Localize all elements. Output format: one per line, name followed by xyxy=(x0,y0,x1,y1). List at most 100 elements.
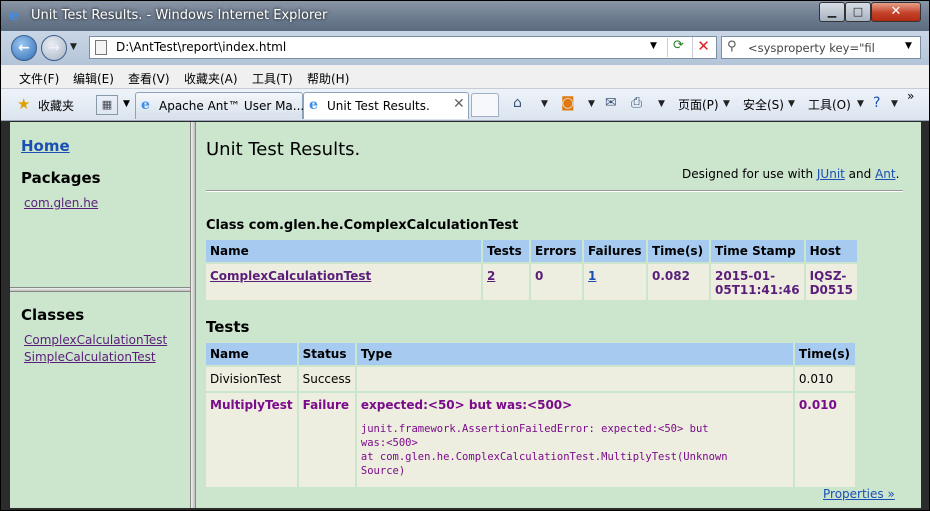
frame-splitter-horizontal[interactable] xyxy=(10,287,190,292)
search-box[interactable]: ⚲ <sysproperty key="fil ▼ xyxy=(721,36,921,59)
junit-link[interactable]: JUnit xyxy=(817,167,845,181)
page-icon xyxy=(95,40,107,55)
close-icon[interactable]: ✕ xyxy=(453,96,465,112)
col-tests: Tests xyxy=(483,240,529,262)
mail-icon[interactable]: ✉ xyxy=(605,95,617,111)
address-input[interactable]: D:\AntTest\report\index.html xyxy=(116,40,286,54)
page-menu[interactable]: 页面(P) xyxy=(678,96,719,113)
test-name-cell: MultiplyTest xyxy=(206,393,297,487)
trace-line: junit.framework.AssertionFailedError: ex… xyxy=(360,423,709,435)
favorites-star-icon[interactable]: ★ xyxy=(17,95,30,113)
help-icon[interactable]: ? xyxy=(873,95,880,111)
tab-bar: ★ 收藏夹 ▦ ▼ e Apache Ant™ User Ma... e Uni… xyxy=(1,89,929,121)
and-text: and xyxy=(844,167,876,181)
print-icon[interactable]: ⎙ xyxy=(631,95,642,111)
ie-logo-icon: e xyxy=(141,97,150,113)
chevron-down-icon[interactable]: ▼ xyxy=(723,99,730,109)
chevron-down-icon[interactable]: ▼ xyxy=(650,41,657,51)
more-toolbar-chevron[interactable]: » xyxy=(907,89,914,103)
menu-file[interactable]: 文件(F) xyxy=(19,70,59,87)
chevron-down-icon[interactable]: ▼ xyxy=(123,99,130,109)
chevron-down-icon[interactable]: ▼ xyxy=(788,99,795,109)
tab-label: Unit Test Results. xyxy=(327,99,430,113)
timestamp-line-1: 2015-01- xyxy=(715,269,776,283)
tab-apache-ant[interactable]: e Apache Ant™ User Ma... xyxy=(135,92,304,119)
summary-tests-cell: 2 xyxy=(483,264,529,300)
tab-unit-test-results[interactable]: e Unit Test Results. ✕ xyxy=(303,92,469,119)
summary-host-cell: IQSZ- D0515 xyxy=(805,264,857,300)
col-name: Name xyxy=(206,343,297,365)
ant-link[interactable]: Ant xyxy=(875,167,896,181)
test-type-cell: expected:<50> but was:<500> junit.framew… xyxy=(356,393,793,487)
table-header-row: Name Tests Errors Failures Time(s) Time … xyxy=(206,240,857,262)
home-icon[interactable]: ⌂ xyxy=(513,95,522,111)
stop-icon[interactable]: ✕ xyxy=(692,37,714,58)
class-summary-table: Name Tests Errors Failures Time(s) Time … xyxy=(204,238,859,302)
menu-favorites[interactable]: 收藏夹(A) xyxy=(184,70,238,87)
col-name: Name xyxy=(206,240,481,262)
safety-menu[interactable]: 安全(S) xyxy=(743,96,784,113)
menu-bar: 文件(F) 编辑(E) 查看(V) 收藏夹(A) 工具(T) 帮助(H) xyxy=(1,65,929,89)
package-link[interactable]: com.glen.he xyxy=(24,196,98,210)
refresh-icon[interactable]: ⟳ xyxy=(667,38,689,57)
divider xyxy=(206,190,903,192)
tools-menu[interactable]: 工具(O) xyxy=(808,96,851,113)
chevron-down-icon[interactable]: ▼ xyxy=(905,41,912,51)
period-text: . xyxy=(895,167,900,181)
chevron-down-icon[interactable]: ▼ xyxy=(70,42,77,52)
menu-view[interactable]: 查看(V) xyxy=(128,70,170,87)
forward-button[interactable]: → xyxy=(41,35,67,61)
search-icon[interactable]: ⚲ xyxy=(727,39,737,54)
ie-logo-icon: e xyxy=(9,6,19,24)
quick-tabs-icon[interactable]: ▦ xyxy=(96,95,118,115)
packages-heading: Packages xyxy=(21,169,101,187)
class-heading: Class com.glen.he.ComplexCalculationTest xyxy=(206,218,519,233)
menu-edit[interactable]: 编辑(E) xyxy=(73,70,114,87)
menu-help[interactable]: 帮助(H) xyxy=(307,70,349,87)
test-status-cell: Success xyxy=(298,367,355,391)
timestamp-line-2: 05T11:41:46 xyxy=(715,283,800,297)
col-timestamp: Time Stamp xyxy=(711,240,804,262)
address-bar[interactable]: D:\AntTest\report\index.html ▼ ⟳ ✕ xyxy=(89,36,717,59)
menu-tools[interactable]: 工具(T) xyxy=(252,70,293,87)
table-row: MultiplyTest Failure expected:<50> but w… xyxy=(206,393,855,487)
col-type: Type xyxy=(356,343,793,365)
test-type-cell xyxy=(356,367,793,391)
properties-link[interactable]: Properties » xyxy=(823,487,895,501)
minimize-button[interactable]: ▁ xyxy=(819,2,845,22)
summary-name-cell: ComplexCalculationTest xyxy=(206,264,481,300)
failures-count-link[interactable]: 1 xyxy=(588,269,596,283)
chevron-down-icon[interactable]: ▼ xyxy=(891,99,898,109)
trace-line: Source) xyxy=(360,465,406,477)
test-time-cell: 0.010 xyxy=(794,367,855,391)
new-tab-button[interactable] xyxy=(471,93,499,117)
test-class-link[interactable]: ComplexCalculationTest xyxy=(210,269,371,283)
window-title: Unit Test Results. - Windows Internet Ex… xyxy=(31,8,328,23)
failure-message: expected:<50> but was:<500> xyxy=(360,398,573,412)
class-link-simple[interactable]: SimpleCalculationTest xyxy=(24,350,156,364)
chevron-down-icon[interactable]: ▼ xyxy=(857,99,864,109)
maximize-button[interactable]: □ xyxy=(845,2,871,22)
page-title: Unit Test Results. xyxy=(206,139,361,160)
search-input[interactable]: <sysproperty key="fil xyxy=(748,41,898,55)
designed-for-line: Designed for use with JUnit and Ant. xyxy=(682,167,899,181)
summary-errors-cell: 0 xyxy=(531,264,582,300)
trace-line: was:<500> xyxy=(360,437,418,449)
tests-table: Name Status Type Time(s) DivisionTest Su… xyxy=(204,341,857,489)
tests-heading: Tests xyxy=(206,318,250,336)
tests-count-link[interactable]: 2 xyxy=(487,269,495,283)
back-button[interactable]: ← xyxy=(11,35,37,61)
col-errors: Errors xyxy=(531,240,582,262)
class-link-complex[interactable]: ComplexCalculationTest xyxy=(24,333,167,347)
rss-feed-icon[interactable]: ◙ xyxy=(561,95,575,111)
col-status: Status xyxy=(298,343,355,365)
trace-line: at com.glen.he.ComplexCalculationTest.Mu… xyxy=(360,451,728,463)
summary-timestamp-cell: 2015-01- 05T11:41:46 xyxy=(711,264,804,300)
chevron-down-icon[interactable]: ▼ xyxy=(588,99,595,109)
close-window-button[interactable]: ✕ xyxy=(871,2,921,22)
chevron-down-icon[interactable]: ▼ xyxy=(541,99,548,109)
frame-splitter-vertical[interactable] xyxy=(190,122,196,508)
chevron-down-icon[interactable]: ▼ xyxy=(658,99,665,109)
home-link[interactable]: Home xyxy=(21,137,70,155)
favorites-button[interactable]: 收藏夹 xyxy=(38,97,74,114)
